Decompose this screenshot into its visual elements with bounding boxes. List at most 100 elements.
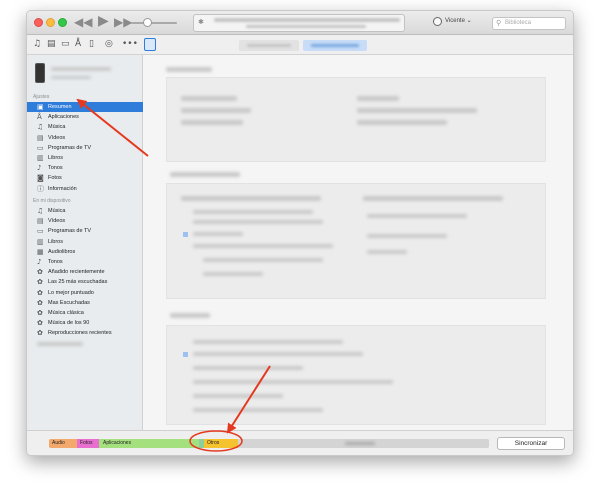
bottom-bar: Audio Fotos Aplicaciones Otros Sincroniz… [27,430,573,455]
sidebar-device-item-9[interactable]: ✿ Mas Escuchadas [27,298,143,308]
sync-button[interactable]: Sincronizar [497,437,565,450]
backup-line [193,220,323,224]
more-icon[interactable]: ••• [122,38,138,50]
sidebar-device-item-4[interactable]: ▦ Audiolibros [27,247,143,257]
option-line [193,408,323,412]
shuffle-icon[interactable]: ✱ [198,18,204,26]
sidebar-settings-item-7[interactable]: ◙ Fotos [27,173,143,183]
summary-icon: ▣ [37,103,44,111]
movies-icon[interactable]: ▤ [47,38,56,50]
sidebar-device-item-6[interactable]: ✿ Añadido recientemente [27,267,143,277]
summary-pane [144,55,573,430]
volume-knob[interactable] [143,18,152,27]
sidebar-device-item-11[interactable]: ✿ Música de los 90 [27,318,143,328]
settings-section-header: Ajustes [33,94,50,100]
gear-icon: ✿ [37,319,43,328]
rewind-button[interactable]: ◀◀ [74,15,92,29]
sidebar-item-label: Música clásica [48,310,84,316]
sidebar-item-label: Lo mejor puntuado [48,289,94,296]
backup-radio[interactable] [183,232,188,237]
option-line [193,394,283,398]
backup-line [367,234,447,238]
sidebar-item-label: Reproducciones recientes [48,330,112,337]
sidebar-settings-item-5[interactable]: ▥ Libros [27,153,143,163]
option-checkbox[interactable] [183,352,188,357]
option-line [193,352,363,356]
sidebar-device-item-8[interactable]: ✿ Lo mejor puntuado [27,288,143,298]
music-note-icon: ♫ [37,207,44,215]
tv-icon: ▭ [37,227,44,236]
sidebar-item-label: Tonos [48,259,63,265]
device-section-header: En mi dispositivo [33,198,71,204]
backup-line [193,244,333,248]
book-icon: ▥ [37,154,44,162]
tv-icon[interactable]: ▭ [61,38,70,50]
sidebar-device-item-1[interactable]: ▤ Vídeos [27,216,143,226]
options-section-title [170,313,210,318]
sidebar-item-label: Resumen [48,104,72,110]
sidebar-settings-item-8[interactable]: ⓘ Información [27,184,143,194]
music-note-icon: ♫ [37,123,44,132]
sidebar-item-label: Audiolibros [48,248,76,255]
tv-icon: ▭ [37,143,44,152]
gear-icon: ✿ [37,298,43,307]
search-field[interactable]: Biblioteca [492,17,566,30]
search-icon: ⚲ [496,19,502,27]
gear-icon: ✿ [37,268,43,277]
sidebar-item-blurred[interactable] [37,342,83,346]
info-line [181,96,237,101]
play-button[interactable]: ▶ [98,14,109,28]
sidebar-item-label: Música [48,208,66,214]
volume-slider[interactable] [131,22,177,24]
sidebar-settings-item-2[interactable]: ♫ Música [27,122,143,132]
status-subtext [246,25,366,28]
sidebar-device-item-7[interactable]: ✿ Las 25 más escuchadas [27,277,143,287]
sidebar-device-item-0[interactable]: ♫ Música [27,206,143,216]
device-button[interactable] [144,38,156,51]
music-icon[interactable]: ♫ [33,38,41,50]
books-icon[interactable]: ▯ [89,38,94,50]
backup-line [203,258,323,262]
sidebar-item-label: Las 25 más escuchadas [48,279,108,286]
account-menu[interactable]: Vicente ⌄ [445,17,472,24]
device-segmented-control [239,40,367,51]
gear-icon: ✿ [37,278,43,287]
forward-button[interactable]: ▶▶ [114,15,132,29]
storage-label-apps: Aplicaciones [103,440,132,446]
info-icon: ⓘ [37,184,44,193]
play-icon: ▶ [98,13,109,29]
title-bar: ◀◀ ▶ ▶▶ ✱ Vicente ⌄ Biblioteca ⚲ [27,11,573,35]
sidebar-item-label: Libros [48,238,63,245]
zoom-button[interactable] [58,18,67,27]
gear-icon: ✿ [37,288,43,297]
sidebar-settings-item-4[interactable]: ▭ Programas de TV [27,143,143,153]
close-button[interactable] [34,18,43,27]
film-icon: ▤ [37,133,44,142]
sidebar-device-item-2[interactable]: ▭ Programas de TV [27,226,143,236]
sidebar-settings-item-1[interactable]: Å Aplicaciones [27,112,143,122]
sidebar-settings-item-0[interactable]: ▣ Resumen [27,102,143,112]
status-display: ✱ [193,14,405,32]
storage-bar: Audio Fotos Aplicaciones Otros [49,439,489,448]
device-capacity [51,76,91,79]
minimize-button[interactable] [46,18,55,27]
option-line [193,380,393,384]
sidebar-device-item-5[interactable]: ♪ Tonos [27,257,143,267]
podcast-icon[interactable]: ◎ [105,38,113,50]
sidebar-device-item-10[interactable]: ✿ Música clásica [27,308,143,318]
option-line [193,340,343,344]
backup-line [203,272,263,276]
media-toolbar: ♫ ▤ ▭ Å ▯ ◎ ••• [27,35,573,55]
info-line [357,96,399,101]
sidebar-item-label: Vídeos [48,134,66,141]
option-line [193,366,303,370]
storage-label-audio: Audio [52,440,65,446]
apps-icon[interactable]: Å [75,38,81,50]
storage-label-photos: Fotos [80,440,93,446]
sidebar-settings-item-6[interactable]: ♪ Tonos [27,163,143,173]
sidebar-device-item-12[interactable]: ✿ Reproducciones recientes [27,328,143,338]
sidebar-settings-item-3[interactable]: ▤ Vídeos [27,133,143,143]
sidebar-item-label: Añadido recientemente [48,269,105,276]
rewind-icon: ◀◀ [74,15,93,29]
sidebar-device-item-3[interactable]: ▥ Libros [27,237,143,247]
